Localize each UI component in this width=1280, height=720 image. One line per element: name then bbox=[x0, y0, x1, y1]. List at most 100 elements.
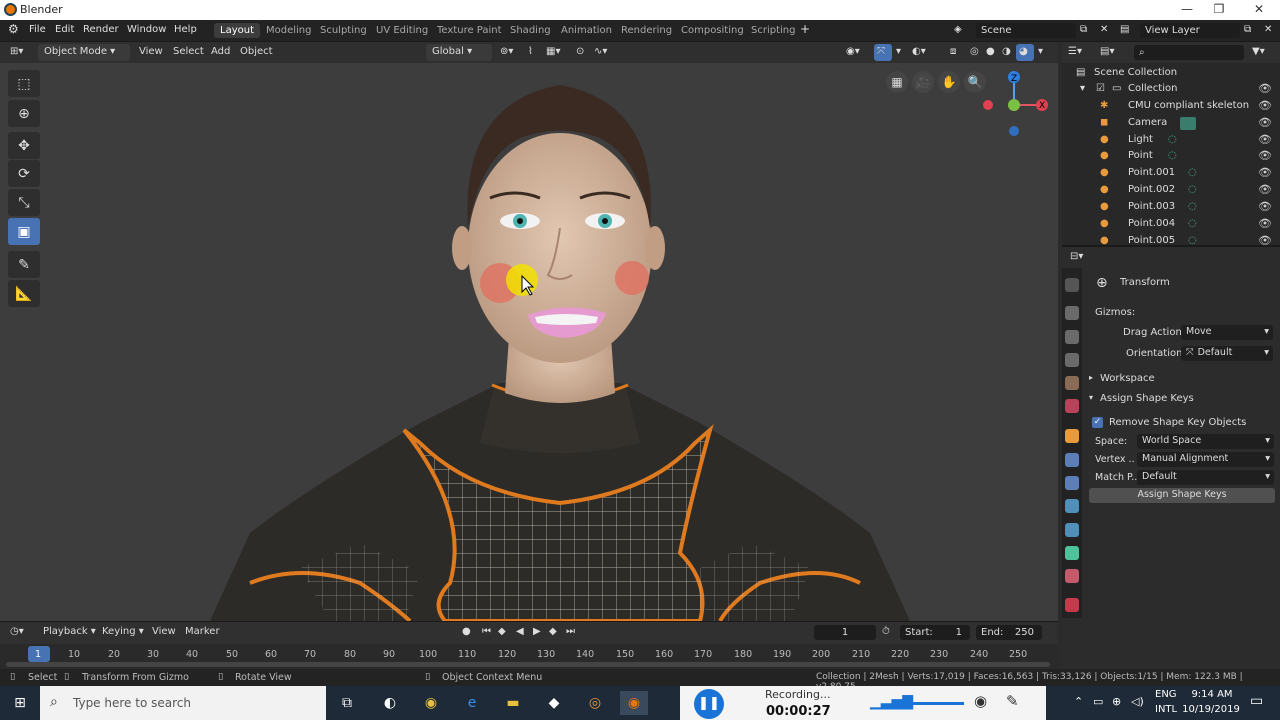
edge-icon[interactable]: e bbox=[458, 691, 486, 715]
lang-label[interactable]: ENG bbox=[1155, 689, 1177, 700]
orientation-dropdown[interactable]: Global ▾ bbox=[426, 44, 492, 61]
menu-timeline-view[interactable]: View bbox=[152, 626, 176, 637]
chevron-up-icon[interactable]: ⌃ bbox=[1074, 695, 1083, 708]
shading-dropdown-icon[interactable]: ▾ bbox=[1038, 46, 1043, 57]
volume-icon[interactable]: ◁) bbox=[1131, 695, 1144, 708]
falloff-icon[interactable]: ∿▾ bbox=[594, 46, 607, 57]
menu-keying[interactable]: Keying ▾ bbox=[102, 626, 144, 637]
next-keyframe-icon[interactable]: ◆ bbox=[549, 626, 557, 637]
select-box-icon[interactable]: ⬚ bbox=[8, 70, 40, 97]
timeline-scrollbar[interactable] bbox=[6, 662, 1050, 667]
menu-window[interactable]: Window bbox=[127, 24, 166, 35]
visual-studio-icon[interactable]: ◆ bbox=[540, 691, 568, 715]
cursor-icon[interactable]: ⊕ bbox=[8, 100, 40, 127]
material-shading-icon[interactable]: ◑ bbox=[1002, 46, 1011, 57]
menu-file[interactable]: File bbox=[29, 24, 46, 35]
tab-modeling[interactable]: Modeling bbox=[260, 23, 318, 38]
gizmo-dropdown-icon[interactable]: ▾ bbox=[896, 46, 901, 57]
record-icon[interactable]: ● bbox=[462, 626, 471, 637]
tab-layout[interactable]: Layout bbox=[214, 23, 260, 38]
end-frame-field[interactable]: End: 250 bbox=[976, 625, 1042, 640]
orientation-dropdown[interactable]: ⤧ Default ▾ bbox=[1181, 346, 1273, 361]
clock-time[interactable]: 9:14 AM bbox=[1187, 689, 1237, 700]
toggle-perspective-icon[interactable]: ▦ bbox=[886, 71, 908, 93]
remove-checkbox[interactable]: ✓ bbox=[1092, 417, 1103, 428]
pivot-icon[interactable]: ⊚▾ bbox=[500, 46, 513, 57]
tab-animation[interactable]: Animation bbox=[555, 23, 618, 38]
match-dropdown[interactable]: Default ▾ bbox=[1137, 470, 1274, 485]
eye-icon[interactable]: 👁 bbox=[1258, 183, 1272, 196]
render-tab-icon[interactable] bbox=[1065, 306, 1079, 320]
scene-field[interactable]: Scene bbox=[976, 23, 1076, 38]
timeline[interactable]: ◷▾ Playback ▾ Keying ▾ View Marker ● ⏮ ◆… bbox=[0, 621, 1058, 669]
tab-shading[interactable]: Shading bbox=[504, 23, 557, 38]
outliner-item[interactable]: ● Point ◌ 👁 bbox=[1062, 148, 1280, 165]
view-layer-delete-icon[interactable]: ✕ bbox=[1264, 24, 1272, 35]
maximize-icon[interactable]: ❐ bbox=[1204, 2, 1234, 16]
windows-start-icon[interactable]: ⊞ bbox=[6, 691, 34, 715]
solid-shading-icon[interactable]: ● bbox=[986, 46, 995, 57]
outliner-root[interactable]: ▤ Scene Collection bbox=[1062, 65, 1280, 82]
camera-view-icon[interactable]: 🎥 bbox=[912, 71, 934, 93]
assign-panel-label[interactable]: Assign Shape Keys bbox=[1100, 393, 1194, 404]
xray-icon[interactable]: ⧈ bbox=[950, 46, 956, 57]
particles-tab-icon[interactable] bbox=[1065, 476, 1079, 490]
mode-dropdown[interactable]: Object Mode ▾ bbox=[38, 44, 130, 61]
eye-icon[interactable]: 👁 bbox=[1258, 82, 1272, 95]
object-tab-icon[interactable] bbox=[1065, 429, 1079, 443]
view-layer-copy-icon[interactable]: ⧉ bbox=[1244, 24, 1251, 35]
expanded-arrow-icon[interactable]: ▾ bbox=[1089, 393, 1093, 402]
vertex-dropdown[interactable]: Manual Alignment ▾ bbox=[1137, 452, 1274, 467]
tab-uv-editing[interactable]: UV Editing bbox=[370, 23, 434, 38]
jump-end-icon[interactable]: ⏭ bbox=[566, 626, 575, 637]
eye-icon[interactable]: 👁 bbox=[1258, 149, 1272, 162]
gizmo-toggle-icon[interactable]: ⤧ bbox=[874, 44, 892, 61]
app-icon-2[interactable]: ◎ bbox=[581, 691, 609, 715]
properties-editor-icon[interactable]: ⊟▾ bbox=[1070, 251, 1083, 262]
eye-icon[interactable]: 👁 bbox=[1258, 116, 1272, 129]
rotate-icon[interactable]: ⟳ bbox=[8, 160, 40, 187]
menu-view[interactable]: View bbox=[139, 46, 163, 57]
editor-type-icon[interactable]: ⊞▾ bbox=[10, 46, 23, 57]
start-frame-field[interactable]: Start: 1 bbox=[900, 625, 970, 640]
move-icon[interactable]: ✥ bbox=[8, 132, 40, 159]
taskbar-search-box[interactable]: ⌕ Type here to search bbox=[40, 686, 326, 720]
drag-action-dropdown[interactable]: Move ▾ bbox=[1181, 325, 1273, 340]
notification-icon[interactable]: ▭ bbox=[1250, 693, 1263, 709]
texture-tab-icon[interactable] bbox=[1065, 598, 1079, 612]
checkbox-icon[interactable]: ☑ bbox=[1096, 83, 1105, 94]
current-frame-field[interactable]: 1 bbox=[814, 625, 876, 640]
material-tab-icon[interactable] bbox=[1065, 569, 1079, 583]
filter-icon[interactable]: ▼▾ bbox=[1252, 46, 1265, 57]
tool-tab-icon[interactable] bbox=[1065, 278, 1079, 292]
scene-delete-icon[interactable]: ✕ bbox=[1100, 24, 1108, 35]
webcam-icon[interactable]: ◉ bbox=[974, 692, 987, 710]
chrome-icon[interactable]: ◉ bbox=[417, 691, 445, 715]
snap-target-icon[interactable]: ▦▾ bbox=[546, 46, 560, 57]
volume-slider[interactable] bbox=[908, 702, 964, 705]
tab-rendering[interactable]: Rendering bbox=[615, 23, 678, 38]
physics-tab-icon[interactable] bbox=[1065, 499, 1079, 513]
scene-copy-icon[interactable]: ⧉ bbox=[1080, 24, 1087, 35]
minimize-icon[interactable]: — bbox=[1172, 2, 1202, 16]
prev-keyframe-icon[interactable]: ◆ bbox=[498, 626, 506, 637]
network-icon[interactable]: ⊕ bbox=[1112, 695, 1121, 708]
constraints-tab-icon[interactable] bbox=[1065, 523, 1079, 537]
menu-object[interactable]: Object bbox=[240, 46, 273, 57]
task-view-icon[interactable]: ⧉ bbox=[333, 691, 361, 715]
visibility-icon[interactable]: ◉▾ bbox=[846, 46, 860, 57]
menu-add[interactable]: Add bbox=[211, 46, 230, 57]
display-mode-icon[interactable]: ▤▾ bbox=[1100, 46, 1114, 57]
file-explorer-icon[interactable]: ▬ bbox=[499, 691, 527, 715]
data-tab-icon[interactable] bbox=[1065, 546, 1079, 560]
measure-icon[interactable]: 📐 bbox=[8, 280, 40, 307]
zoom-icon[interactable]: 🔍 bbox=[964, 71, 986, 93]
snap-icon[interactable]: ⌇ bbox=[528, 46, 533, 57]
proportional-icon[interactable]: ⊙ bbox=[576, 46, 584, 57]
menu-edit[interactable]: Edit bbox=[55, 24, 74, 35]
menu-select[interactable]: Select bbox=[173, 46, 204, 57]
stopwatch-icon[interactable]: ⏱ bbox=[882, 626, 890, 637]
assign-shape-keys-button[interactable]: Assign Shape Keys bbox=[1089, 488, 1275, 503]
blender-taskbar-icon[interactable]: ◉ bbox=[620, 691, 648, 715]
tab-texture-paint[interactable]: Texture Paint bbox=[431, 23, 508, 38]
